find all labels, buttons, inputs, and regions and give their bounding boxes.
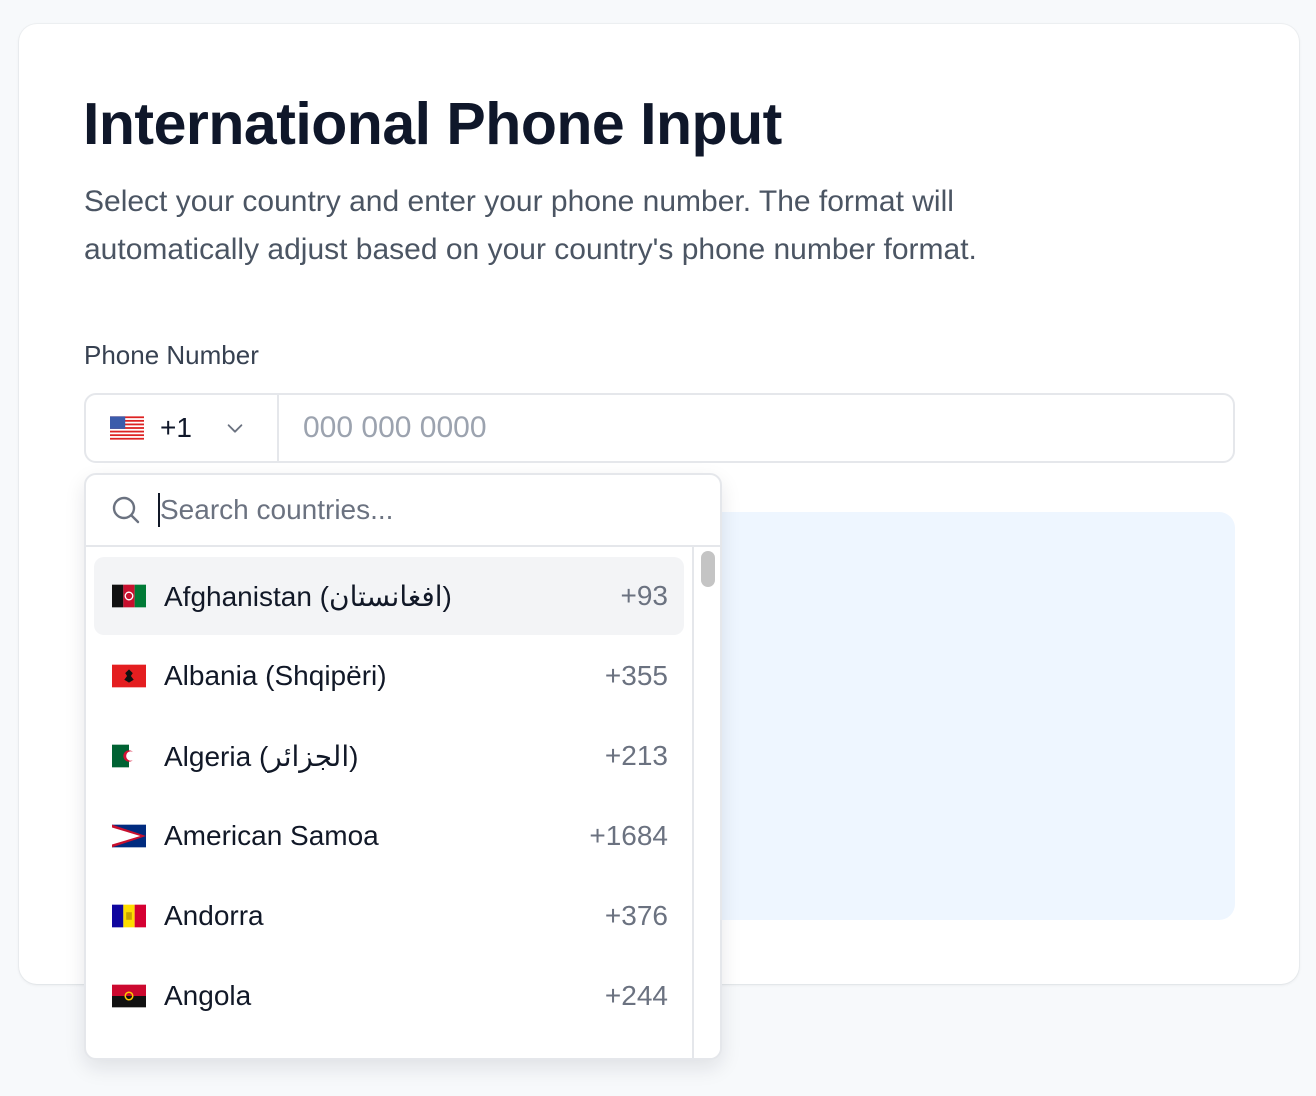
al-flag-icon bbox=[112, 664, 146, 688]
country-name: Afghanistan (افغانستان) bbox=[164, 580, 452, 612]
page-description: Select your country and enter your phone… bbox=[84, 185, 977, 266]
country-option-algeria[interactable]: Algeria (الجزائر) +213 bbox=[94, 717, 684, 795]
country-dropdown: Afghanistan (افغانستان) +93 Albania (Shq… bbox=[84, 473, 722, 1060]
country-list-scrollbar[interactable] bbox=[692, 547, 720, 1058]
selected-dial-code: +1 bbox=[160, 412, 192, 443]
us-flag-icon bbox=[110, 416, 144, 440]
country-dial-code: +213 bbox=[604, 740, 668, 771]
country-option-american-samoa[interactable]: American Samoa +1684 bbox=[94, 797, 684, 875]
country-dial-code: +376 bbox=[604, 900, 668, 931]
country-name: American Samoa bbox=[164, 820, 379, 851]
country-search-input[interactable] bbox=[160, 494, 720, 526]
country-option-albania[interactable]: Albania (Shqipëri) +355 bbox=[94, 637, 684, 715]
ao-flag-icon bbox=[112, 984, 146, 1008]
page-title: International Phone Input bbox=[83, 91, 782, 157]
as-flag-icon bbox=[112, 824, 146, 848]
country-option-afghanistan[interactable]: Afghanistan (افغانستان) +93 bbox=[94, 557, 684, 635]
phone-number-label: Phone Number bbox=[84, 340, 259, 370]
country-dial-code: +244 bbox=[604, 980, 668, 1011]
country-name: Algeria (الجزائر) bbox=[164, 740, 359, 772]
country-code-selector[interactable]: +1 bbox=[86, 395, 279, 461]
info-panel bbox=[659, 512, 1235, 920]
dz-flag-icon bbox=[112, 744, 146, 768]
chevron-down-icon bbox=[227, 424, 243, 433]
country-name: Angola bbox=[164, 980, 252, 1011]
country-name: Albania (Shqipëri) bbox=[164, 660, 387, 691]
country-search-bar bbox=[86, 475, 720, 547]
ad-flag-icon bbox=[112, 904, 146, 928]
af-flag-icon bbox=[112, 584, 146, 608]
scrollbar-thumb[interactable] bbox=[701, 551, 715, 587]
phone-number-field[interactable] bbox=[279, 395, 1233, 461]
country-dial-code: +1684 bbox=[589, 820, 668, 851]
country-dial-code: +355 bbox=[604, 660, 668, 691]
country-option-angola[interactable]: Angola +244 bbox=[94, 957, 684, 1035]
country-name: Andorra bbox=[164, 900, 264, 931]
country-dial-code: +93 bbox=[620, 580, 669, 611]
country-option-andorra[interactable]: Andorra +376 bbox=[94, 877, 684, 955]
search-icon bbox=[112, 496, 140, 524]
phone-input-group: +1 bbox=[84, 393, 1235, 463]
country-list: Afghanistan (افغانستان) +93 Albania (Shq… bbox=[86, 547, 692, 1058]
